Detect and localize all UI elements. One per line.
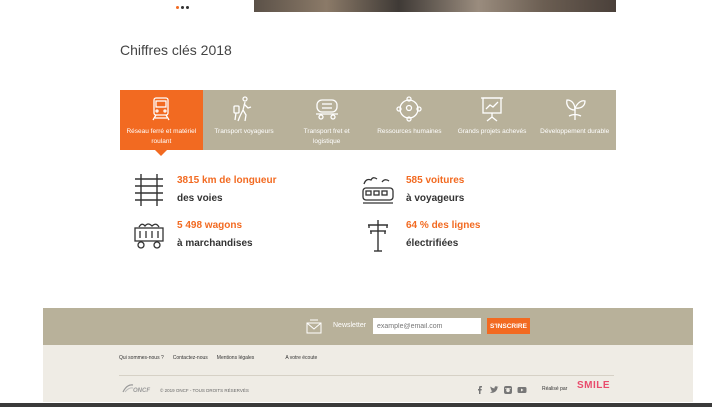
tab-human-resources[interactable]: Ressources humaines xyxy=(368,90,451,150)
key-figures-tabs: Réseau ferré et matériel roulant Transpo… xyxy=(120,90,616,150)
coal-wagon-icon xyxy=(134,223,164,249)
carousel-image xyxy=(254,0,616,12)
electric-pylon-icon xyxy=(368,220,388,252)
tab-label: Transport voyageurs xyxy=(214,128,274,135)
carousel-dots xyxy=(176,6,189,9)
agency-logo[interactable]: SMILE xyxy=(577,380,610,391)
instagram-icon[interactable] xyxy=(503,382,513,394)
stat-description: à marchandises xyxy=(177,238,253,249)
stat-value: 3815 km de longueur xyxy=(177,175,277,186)
stat-value: 64 % des lignes xyxy=(406,220,481,231)
footer-divider xyxy=(119,375,614,376)
social-links xyxy=(475,382,527,394)
agency-name: SMILE xyxy=(577,380,611,391)
stat-track-length: 3815 km de longueur des voies xyxy=(131,172,276,208)
bottom-border xyxy=(0,403,712,407)
presentation-board-icon xyxy=(481,97,504,122)
copyright: © 2019 ONCF - TOUS DROITS RÉSERVÉS xyxy=(160,388,249,393)
tab-label: Réseau ferré et matériel roulant xyxy=(126,128,197,145)
footer-links: Qui sommes-nous ? Contactez-nous Mention… xyxy=(119,355,326,361)
tab-label: Ressources humaines xyxy=(377,128,442,135)
oncf-logo-icon: ONCF xyxy=(122,384,150,394)
people-network-icon xyxy=(396,96,422,122)
facebook-icon[interactable] xyxy=(475,382,485,394)
stat-description: des voies xyxy=(177,193,223,204)
twitter-icon[interactable] xyxy=(489,382,499,393)
freight-wagon-icon xyxy=(315,99,338,120)
train-icon xyxy=(152,97,170,121)
carousel-dot[interactable] xyxy=(176,6,179,9)
tab-passengers[interactable]: Transport voyageurs xyxy=(203,90,286,150)
passenger-train-icon xyxy=(362,177,394,204)
youtube-icon[interactable] xyxy=(517,382,527,393)
stat-value: 5 498 wagons xyxy=(177,220,243,231)
made-by-label: Réalisé par xyxy=(542,386,568,392)
stat-description: électrifiées xyxy=(406,238,459,249)
stat-electrified-lines: 64 % des lignes électrifiées xyxy=(360,217,480,253)
leaves-icon xyxy=(565,99,586,120)
traveler-icon xyxy=(233,96,252,122)
newsletter-bar: Newsletter S'INSCRIRE xyxy=(43,308,693,345)
stat-description: à voyageurs xyxy=(406,193,465,204)
svg-text:ONCF: ONCF xyxy=(133,388,150,394)
footer-link-legal[interactable]: Mentions légales xyxy=(217,355,255,361)
footer-link-about[interactable]: Qui sommes-nous ? xyxy=(119,355,164,361)
stat-passenger-cars: 585 voitures à voyageurs xyxy=(360,172,464,208)
footer: Qui sommes-nous ? Contactez-nous Mention… xyxy=(43,345,693,402)
tab-label: Développement durable xyxy=(540,128,610,135)
carousel-strip xyxy=(0,0,712,14)
tab-freight[interactable]: Transport fret et logistique xyxy=(285,90,368,150)
stat-freight-wagons: 5 498 wagons à marchandises xyxy=(131,217,253,253)
tab-label: Transport fret et logistique xyxy=(303,128,350,145)
tab-label: Grands projets achevés xyxy=(457,128,527,135)
section-title: Chiffres clés 2018 xyxy=(120,42,232,58)
railway-track-icon xyxy=(135,174,163,206)
stat-value: 585 voitures xyxy=(406,175,465,186)
tab-network[interactable]: Réseau ferré et matériel roulant xyxy=(120,90,203,150)
carousel-dot[interactable] xyxy=(181,6,184,9)
tab-sustainability[interactable]: Développement durable xyxy=(533,90,616,150)
oncf-logo[interactable]: ONCF xyxy=(121,381,153,394)
subscribe-button[interactable]: S'INSCRIRE xyxy=(487,318,530,334)
footer-link-listening[interactable]: A votre écoute xyxy=(285,355,317,361)
footer-link-contact[interactable]: Contactez-nous xyxy=(173,355,208,361)
tab-major-projects[interactable]: Grands projets achevés xyxy=(451,90,534,150)
newsletter-email-input[interactable] xyxy=(373,318,481,334)
newsletter-label: Newsletter xyxy=(333,322,367,329)
newsletter-icon xyxy=(306,319,322,334)
carousel-dot[interactable] xyxy=(186,6,189,9)
